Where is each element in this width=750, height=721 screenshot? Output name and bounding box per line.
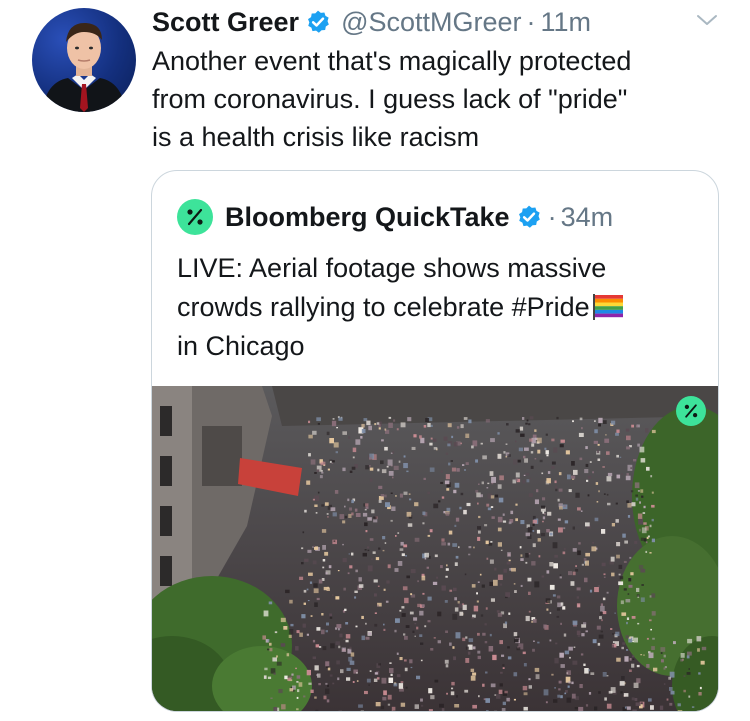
quoted-tweet-text: LIVE: Aerial footage shows massive crowd… <box>177 249 697 366</box>
quoted-author-name[interactable]: Bloomberg QuickTake <box>225 202 510 233</box>
rainbow-flag-emoji <box>592 294 623 320</box>
timestamp[interactable]: 11m <box>541 7 592 38</box>
tweet-header: Scott Greer @ScottMGreer · 11m <box>152 2 591 42</box>
verified-badge-icon <box>308 10 329 33</box>
tweet-text-line: is a health crisis like racism <box>152 122 480 152</box>
tweet-text-line: from coronavirus. I guess lack of "pride… <box>152 84 628 114</box>
quoted-text-line: crowds rallying to celebrate #Pride <box>177 292 590 322</box>
tweet-text-line: Another event that's magically protected <box>152 46 632 76</box>
crowd-scene <box>152 386 718 711</box>
separator-dot: · <box>526 6 536 37</box>
quicktake-logo-icon <box>676 396 706 426</box>
quoted-tweet-header: Bloomberg QuickTake · 34m <box>177 199 613 235</box>
tweet[interactable]: Scott Greer @ScottMGreer · 11m Another e… <box>0 0 750 721</box>
author-handle[interactable]: @ScottMGreer <box>341 7 521 38</box>
quoted-text-line: LIVE: Aerial footage shows massive <box>177 253 607 283</box>
quoted-timestamp[interactable]: 34m <box>561 202 614 233</box>
verified-badge-icon <box>518 205 540 228</box>
chevron-down-icon[interactable] <box>694 10 720 30</box>
avatar[interactable] <box>32 8 136 112</box>
tweet-text: Another event that's magically protected… <box>152 42 732 156</box>
quoted-text-line: in Chicago <box>177 331 305 361</box>
author-name[interactable]: Scott Greer <box>152 7 299 38</box>
quoted-tweet[interactable]: Bloomberg QuickTake · 34m LIVE: Aerial f… <box>151 170 719 712</box>
quicktake-logo-icon[interactable] <box>177 199 213 235</box>
quoted-text-line-with-emoji: crowds rallying to celebrate #Pride <box>177 288 697 327</box>
separator-dot: · <box>547 201 557 232</box>
aerial-crowd-video-thumbnail[interactable] <box>152 386 718 711</box>
